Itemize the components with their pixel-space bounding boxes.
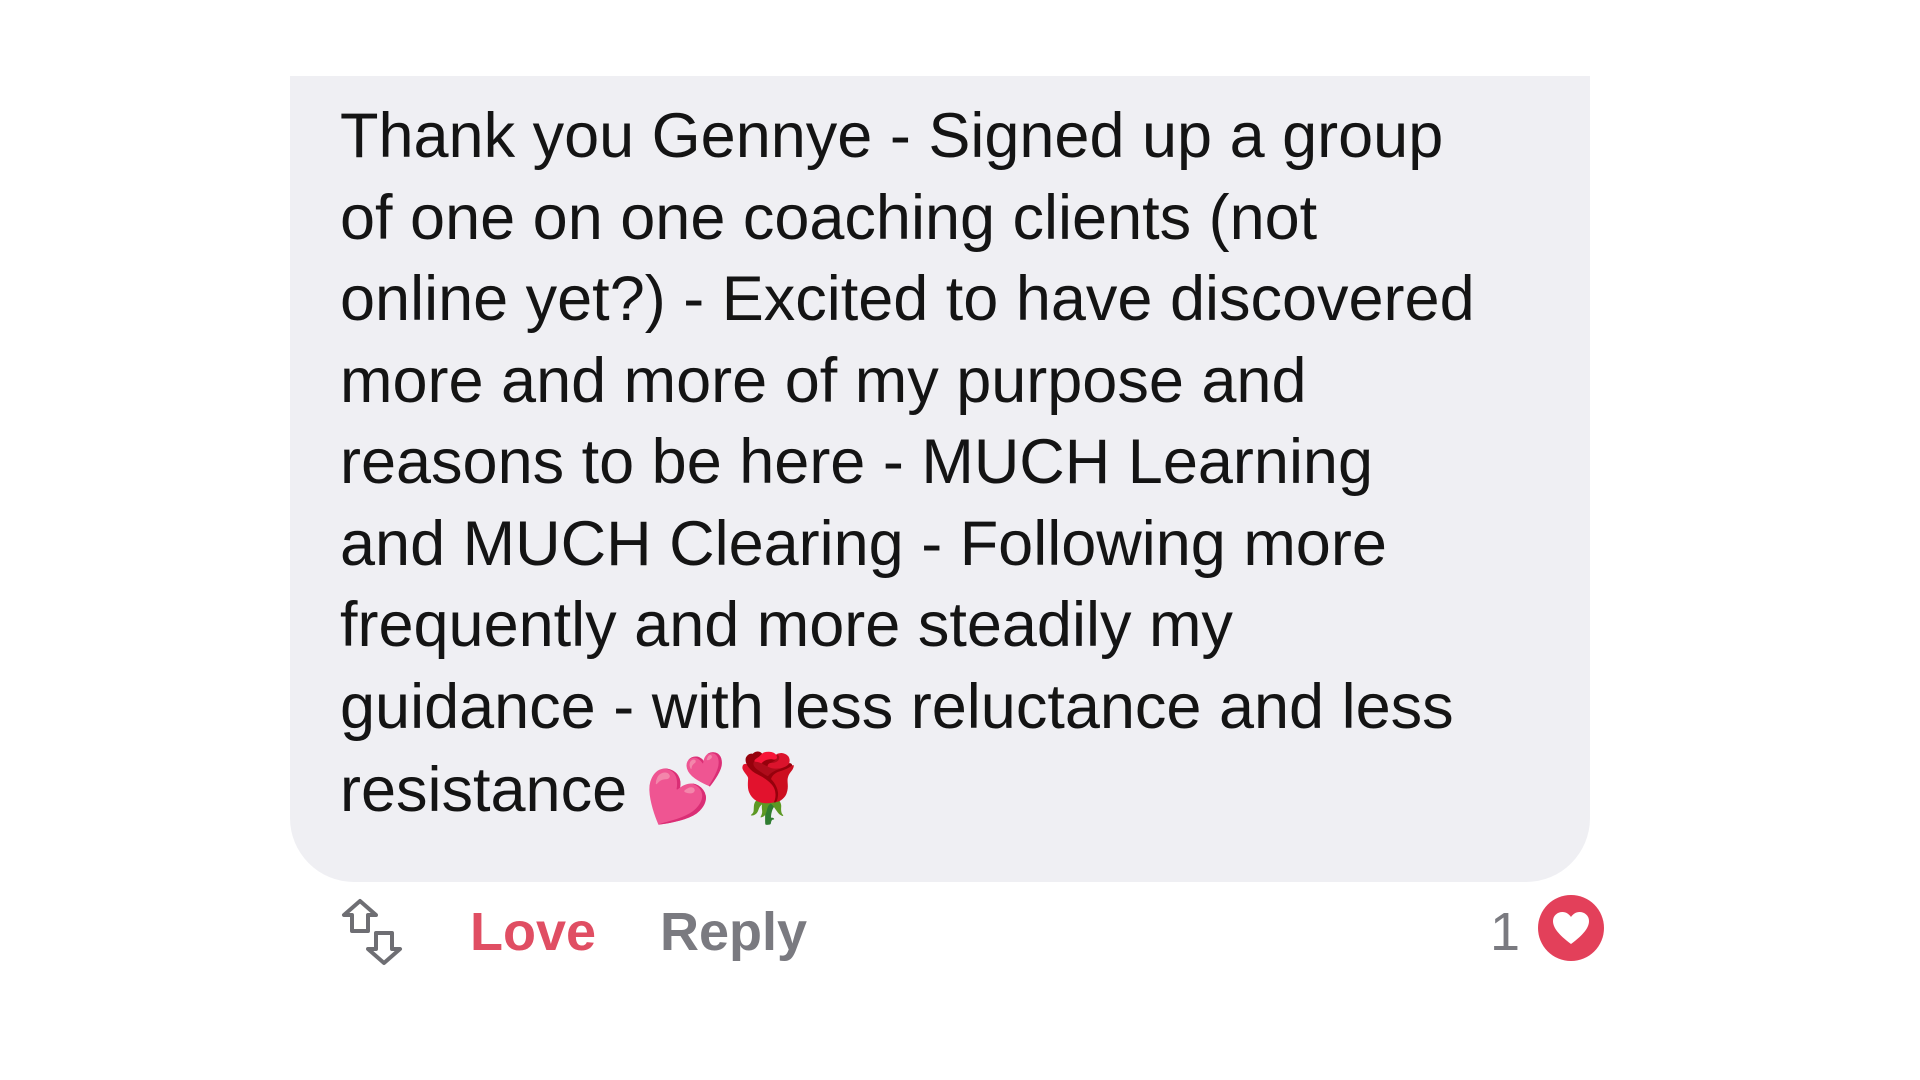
heart-reaction-badge[interactable] [1538, 895, 1604, 961]
comment-body: Thank you Gennye - Signed up a group of … [340, 101, 1475, 825]
comment-action-bar: Love Reply 1 [340, 895, 1610, 975]
comment-text: Thank you Gennye - Signed up a group of … [340, 96, 1570, 832]
comment-bubble: Thank you Gennye - Signed up a group of … [290, 76, 1590, 882]
reply-button[interactable]: Reply [660, 901, 807, 963]
comment-emojis: 💕🌹 [644, 750, 810, 827]
heart-icon [1553, 912, 1589, 944]
love-button[interactable]: Love [470, 901, 596, 963]
share-arrows-icon[interactable] [340, 897, 404, 967]
reaction-count: 1 [1490, 902, 1521, 962]
